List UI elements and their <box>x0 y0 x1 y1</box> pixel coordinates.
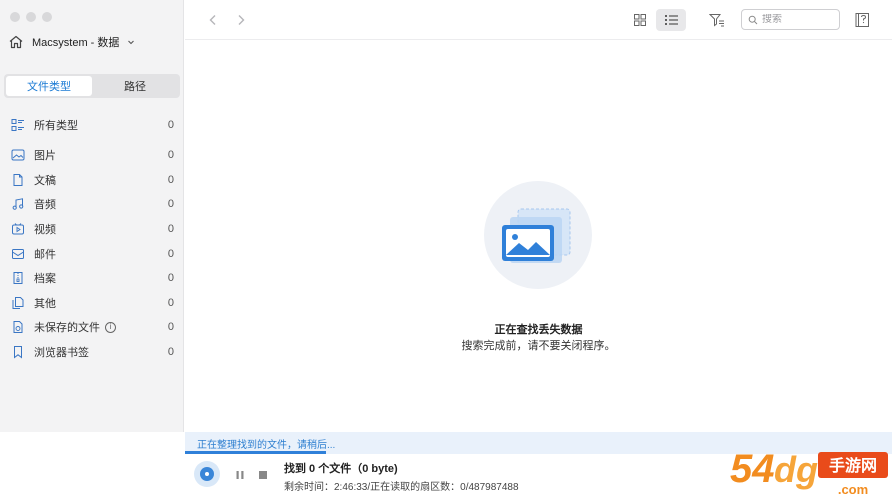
sidebar-item-count: 0 <box>167 173 174 186</box>
tab-file-type[interactable]: 文件类型 <box>6 76 92 96</box>
sidebar-item-label: 档案 <box>34 273 56 286</box>
image-icon <box>10 147 26 163</box>
tab-path[interactable]: 路径 <box>92 76 178 96</box>
sidebar-item-label: 其他 <box>34 297 56 310</box>
photo-scan-icon <box>502 208 571 263</box>
sidebar-item-label: 邮件 <box>34 248 56 261</box>
sidebar-item-count: 0 <box>167 272 174 285</box>
svg-text:手游网: 手游网 <box>829 456 877 475</box>
other-icon <box>10 295 26 311</box>
sidebar-item-video[interactable]: 视频 0 <box>0 217 184 242</box>
grid-view-button[interactable] <box>625 9 655 31</box>
sidebar-item-count: 0 <box>167 247 174 260</box>
chevron-left-icon <box>209 15 216 25</box>
svg-text:dg: dg <box>774 449 818 490</box>
sidebar-item-count: 0 <box>167 223 174 236</box>
sidebar-item-documents[interactable]: 文稿 0 <box>0 168 184 193</box>
stop-button[interactable] <box>257 469 269 481</box>
sidebar-item-label: 音频 <box>34 199 56 212</box>
minimize-window-button[interactable] <box>26 12 36 22</box>
grid-icon <box>634 14 646 26</box>
forward-button[interactable] <box>232 11 250 29</box>
list-icon <box>664 15 678 25</box>
svg-text:.com: .com <box>838 482 868 497</box>
search-field[interactable] <box>741 9 840 30</box>
sidebar-item-count: 0 <box>167 321 174 334</box>
chevron-down-icon <box>127 38 135 46</box>
filter-icon <box>709 14 724 27</box>
device-selector[interactable]: Macsystem - 数据 <box>8 33 135 51</box>
help-manual-button[interactable] <box>853 10 873 30</box>
sidebar-item-label: 文稿 <box>34 174 56 187</box>
sidebar-item-images[interactable]: 图片 0 <box>0 143 184 168</box>
search-input[interactable] <box>762 14 832 25</box>
main-content: 正在查找丢失数据 搜索完成前，请不要关闭程序。 <box>185 41 892 432</box>
chevron-right-icon <box>238 15 245 25</box>
list-view-button[interactable] <box>656 9 686 31</box>
sidebar-item-count: 0 <box>167 346 174 359</box>
sidebar-item-mail[interactable]: 邮件 0 <box>0 241 184 266</box>
svg-text:54: 54 <box>730 447 775 491</box>
found-files-text: 找到 0 个文件（0 byte) <box>284 463 398 475</box>
sidebar-item-label: 视频 <box>34 224 56 237</box>
sidebar-item-count: 0 <box>167 198 174 211</box>
sidebar-item-unsaved-files[interactable]: 未保存的文件 i 0 <box>0 315 184 340</box>
sidebar-segmented-control: 文件类型 路径 <box>4 74 180 98</box>
sidebar: Macsystem - 数据 文件类型 路径 所有类型 0 图片 0 文稿 0 … <box>0 0 184 432</box>
device-name: Macsystem - 数据 <box>32 37 120 49</box>
sidebar-item-count: 0 <box>167 119 174 131</box>
toolbar <box>185 0 892 40</box>
sidebar-item-label: 浏览器书签 <box>34 347 89 360</box>
sidebar-item-label: 未保存的文件 <box>34 322 100 335</box>
status-subtitle: 搜索完成前，请不要关闭程序。 <box>461 340 616 352</box>
app-window: Macsystem - 数据 文件类型 路径 所有类型 0 图片 0 文稿 0 … <box>0 0 892 500</box>
archive-icon <box>10 270 26 286</box>
sidebar-item-label-wrap: 未保存的文件 i <box>34 319 168 335</box>
sidebar-item-archive[interactable]: 档案 0 <box>0 266 184 291</box>
pause-icon <box>236 471 244 479</box>
sidebar-item-count: 0 <box>167 149 174 162</box>
sidebar-item-count: 0 <box>167 296 174 309</box>
video-icon <box>10 221 26 237</box>
mail-icon <box>10 246 26 262</box>
watermark-logo: 54 dg 手游网 .com <box>722 440 892 500</box>
sidebar-item-all-types[interactable]: 所有类型 0 <box>0 113 184 137</box>
pause-button[interactable] <box>234 469 246 481</box>
scanning-illustration <box>484 181 592 289</box>
audio-icon <box>10 196 26 212</box>
stop-icon <box>259 471 267 479</box>
window-controls <box>10 12 52 22</box>
sidebar-item-audio[interactable]: 音频 0 <box>0 192 184 217</box>
info-icon[interactable]: i <box>105 321 116 333</box>
sidebar-item-bookmarks[interactable]: 浏览器书签 0 <box>0 340 184 365</box>
home-icon <box>8 34 24 50</box>
category-list: 所有类型 0 图片 0 文稿 0 音频 0 视频 0 邮件 0 档案 0 其他 … <box>0 113 184 364</box>
sidebar-item-label: 所有类型 <box>34 120 78 132</box>
search-icon <box>748 15 758 24</box>
unsaved-file-icon <box>10 319 26 335</box>
zoom-window-button[interactable] <box>42 12 52 22</box>
book-help-icon <box>855 13 869 27</box>
document-icon <box>10 172 26 188</box>
sidebar-item-other[interactable]: 其他 0 <box>0 291 184 316</box>
close-window-button[interactable] <box>10 12 20 22</box>
scan-message: 正在整理找到的文件，请稍后... <box>197 440 336 451</box>
sidebar-item-label: 图片 <box>34 150 56 163</box>
back-button[interactable] <box>204 11 222 29</box>
bookmark-icon <box>10 344 26 360</box>
disk-icon <box>194 461 220 487</box>
remaining-time-text: 剩余时间：2:46:33/正在读取的扇区数：0/487987488 <box>284 482 519 493</box>
filter-button[interactable] <box>707 10 727 30</box>
all-types-icon <box>10 117 26 133</box>
status-title: 正在查找丢失数据 <box>494 324 583 336</box>
